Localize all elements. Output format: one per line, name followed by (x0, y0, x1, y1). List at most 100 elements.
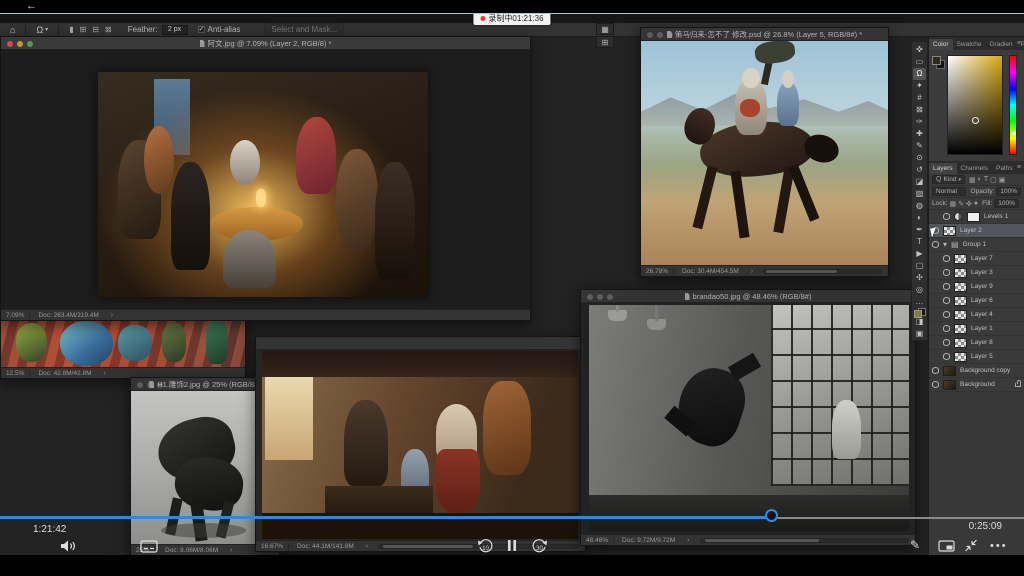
layer-row-background[interactable]: Background (929, 378, 1024, 392)
canvas-tavern[interactable] (1, 50, 530, 309)
layer-name[interactable]: Layer 9 (971, 283, 993, 290)
canvas-smith[interactable] (256, 350, 585, 540)
lock-pixels-icon[interactable]: ✎ (958, 200, 964, 208)
layer-thumbnail[interactable] (954, 296, 967, 306)
layer-visibility-eye-icon[interactable] (943, 255, 950, 262)
layer-name[interactable]: Layer 4 (971, 311, 993, 318)
zoom-level[interactable]: 16.67% (256, 543, 289, 550)
window-titlebar[interactable]: 策马归来-怎不了 修改.psd @ 26.8% (Layer 5, RGB/8#… (641, 28, 888, 41)
layer-name[interactable]: Layer 3 (971, 269, 993, 276)
move-tool[interactable]: ✜ (913, 44, 926, 56)
select-and-mask-button[interactable]: Select and Mask... (264, 23, 344, 36)
more-options-icon[interactable]: ••• (990, 540, 1008, 552)
tab-swatche[interactable]: Swatche (953, 39, 986, 50)
layer-visibility-eye-icon[interactable] (932, 367, 939, 374)
layer-row-layer-5[interactable]: Layer 5 (929, 350, 1024, 364)
rectangle-tool[interactable]: ▢ (913, 260, 926, 272)
tab-color[interactable]: Color (929, 39, 953, 50)
layer-visibility-eye-icon[interactable] (943, 213, 950, 220)
lock-all-icon[interactable]: ● (974, 200, 978, 208)
layer-row-background-copy[interactable]: Background copy (929, 364, 1024, 378)
layer-visibility-eye-icon[interactable] (943, 339, 950, 346)
opacity-value[interactable]: 100% (996, 187, 1021, 196)
layer-row-levels-1[interactable]: Levels 1 (929, 210, 1024, 224)
panel-menu-icon[interactable]: ≡ (1017, 40, 1021, 47)
panel-menu-icon[interactable]: ≡ (1017, 164, 1021, 171)
home-icon[interactable]: ⌂ (10, 25, 15, 35)
window-titlebar[interactable] (256, 337, 585, 350)
layer-visibility-eye-icon[interactable] (932, 381, 939, 388)
layer-name[interactable]: Background copy (960, 367, 1010, 374)
layer-row-layer-9[interactable]: Layer 9 (929, 280, 1024, 294)
filter-pixel-layers-icon[interactable]: ▦ (969, 176, 976, 184)
crop-tool[interactable]: # (913, 92, 926, 104)
layer-thumbnail[interactable] (954, 324, 967, 334)
layer-visibility-eye-icon[interactable] (943, 353, 950, 360)
rewind-10-button[interactable]: 10 (477, 538, 494, 554)
layer-visibility-eye-icon[interactable] (943, 283, 950, 290)
canvas-rider[interactable] (641, 41, 888, 265)
subtitles-icon[interactable] (140, 540, 158, 553)
layer-thumbnail[interactable] (954, 310, 967, 320)
layer-visibility-eye-icon[interactable] (943, 325, 950, 332)
type-tool[interactable]: T (913, 236, 926, 248)
saturation-brightness-field[interactable] (947, 55, 1003, 155)
layer-visibility-eye-icon[interactable] (943, 297, 950, 304)
tab-layers[interactable]: Layers (929, 163, 957, 174)
canvas-strip[interactable] (1, 318, 245, 367)
layer-name[interactable]: Layer 8 (971, 339, 993, 346)
layer-name[interactable]: Group 1 (963, 241, 987, 248)
new-selection-mode[interactable]: ▮ (69, 25, 73, 34)
filter-smart-objects-icon[interactable]: ▣ (999, 176, 1006, 184)
document-window-rider[interactable]: 策马归来-怎不了 修改.psd @ 26.8% (Layer 5, RGB/8#… (640, 27, 889, 277)
fill-value[interactable]: 100% (994, 199, 1019, 208)
layer-row-layer-6[interactable]: Layer 6 (929, 294, 1024, 308)
zoom-tool[interactable]: ◎ (913, 284, 926, 296)
filter-type-layers-icon[interactable]: T (984, 176, 988, 184)
intersect-selection-mode[interactable]: ⊠ (105, 25, 112, 34)
group-collapse-arrow-icon[interactable]: ▾ (943, 240, 947, 249)
layer-thumbnail[interactable] (954, 282, 967, 292)
document-window-smith[interactable]: 16.67% Doc: 44.1M/141.8M › (255, 336, 586, 552)
pause-button[interactable] (507, 539, 517, 552)
layer-thumbnail[interactable] (943, 226, 956, 236)
layer-visibility-eye-icon[interactable] (943, 311, 950, 318)
subtract-selection-mode[interactable]: ⊟ (92, 25, 99, 34)
window-titlebar[interactable]: brandao50.jpg @ 48.46% (RGB/8#) (581, 290, 915, 303)
eyedropper-tool[interactable]: ✑ (913, 116, 926, 128)
hue-slider-marker[interactable] (1012, 131, 1016, 135)
document-window-tavern[interactable]: 阿文.jpg @ 7.09% (Layer 2, RGB/8) * (0, 36, 531, 321)
horizontal-scrollbar[interactable] (763, 269, 882, 274)
zoom-level[interactable]: 48.46% (581, 537, 614, 544)
add-selection-mode[interactable]: ⊞ (80, 25, 87, 34)
layer-thumbnail[interactable] (943, 380, 956, 390)
layer-name[interactable]: Layer 6 (971, 297, 993, 304)
layer-row-group-1[interactable]: ▾▤Group 1 (929, 238, 1024, 252)
frame-tool[interactable]: ⊠ (913, 104, 926, 116)
seek-bar[interactable] (0, 516, 1024, 519)
canvas-gray[interactable] (581, 303, 915, 534)
zoom-level[interactable]: 7.09% (1, 312, 30, 319)
color-field-marker[interactable] (972, 117, 979, 124)
layer-row-layer-2[interactable]: Layer 2 (929, 224, 1024, 238)
eraser-tool[interactable]: ◪ (913, 176, 926, 188)
zoom-level[interactable]: 26.78% (641, 268, 674, 275)
hand-tool[interactable]: ✣ (913, 272, 926, 284)
anti-alias-checkbox[interactable]: ✓ Anti-alias (198, 25, 241, 34)
filter-shape-layers-icon[interactable]: ▢ (990, 176, 997, 184)
collapsed-panel-arrange-icon[interactable]: ⊞ (596, 36, 614, 48)
status-chevron-icon[interactable]: › (100, 370, 110, 377)
collapsed-panel-grid-icon[interactable]: ▦ (596, 23, 614, 35)
exit-fullscreen-icon[interactable] (964, 539, 978, 552)
layer-thumbnail[interactable] (943, 366, 956, 376)
zoom-level[interactable]: 12.5% (1, 370, 30, 377)
feather-input[interactable] (162, 25, 188, 35)
layer-name[interactable]: Layer 7 (971, 255, 993, 262)
layer-name[interactable]: Layer 1 (971, 325, 993, 332)
layer-name[interactable]: Layer 5 (971, 353, 993, 360)
status-chevron-icon[interactable]: › (226, 547, 236, 554)
layer-visibility-eye-icon[interactable] (932, 241, 939, 248)
marquee-tool[interactable]: ▭ (913, 56, 926, 68)
horizontal-scrollbar[interactable] (700, 538, 910, 543)
quick-selection-tool[interactable]: ✦ (913, 80, 926, 92)
